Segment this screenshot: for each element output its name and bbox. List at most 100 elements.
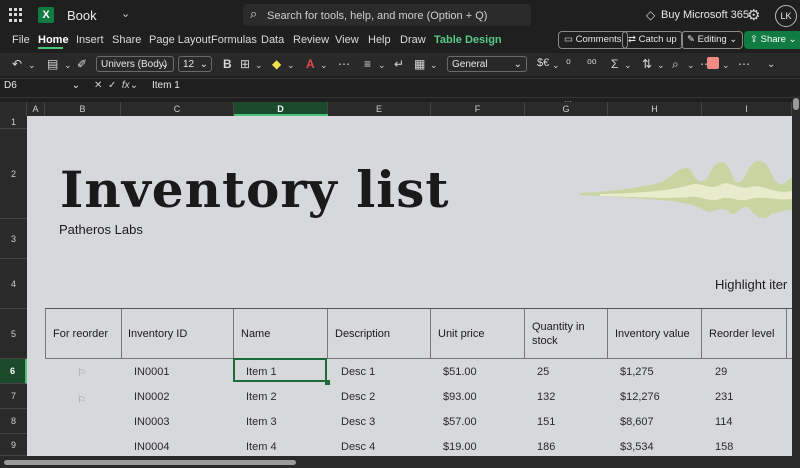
tab-home[interactable]: Home xyxy=(38,34,69,46)
number-format-select[interactable]: General ⌄ xyxy=(447,56,527,72)
more-options-icon[interactable]: ⋯ xyxy=(738,57,750,71)
formula-input[interactable]: Item 1 xyxy=(152,80,180,91)
cell-name[interactable]: Item 4 xyxy=(246,441,277,453)
fill-color-icon[interactable]: ◆ xyxy=(272,57,281,71)
cell-quantity[interactable]: 132 xyxy=(537,391,555,403)
editing-button[interactable]: ✎ Editing ⌄ xyxy=(681,31,744,49)
column-header-i[interactable]: I xyxy=(702,102,792,116)
avatar[interactable]: LK xyxy=(775,5,797,27)
increase-decimal-icon[interactable]: ⁰⁰ xyxy=(587,57,597,71)
table-header-unit-price[interactable]: Unit price xyxy=(438,327,484,341)
catch-up-button[interactable]: ⇄ Catch up xyxy=(622,31,683,49)
table-header-for-reorder[interactable]: For reorder xyxy=(53,327,108,341)
paste-icon[interactable]: ▤ xyxy=(47,57,58,71)
collapse-ribbon-icon[interactable]: ⌄ xyxy=(767,59,775,70)
table-header-inventory-id[interactable]: Inventory ID xyxy=(128,327,187,341)
confirm-icon[interactable]: ✓ xyxy=(108,80,116,91)
undo-icon[interactable]: ↶ xyxy=(12,57,22,71)
cell-name[interactable]: Item 2 xyxy=(246,391,277,403)
buy-microsoft-365-link[interactable]: Buy Microsoft 365 xyxy=(661,9,749,21)
bold-button[interactable]: B xyxy=(223,57,232,71)
row-header-1[interactable]: 1 xyxy=(0,116,27,129)
comments-button[interactable]: ▭ Comments xyxy=(558,31,628,49)
share-button[interactable]: ⇪ Share ⌄ xyxy=(744,31,800,49)
row-header-8[interactable]: 8 xyxy=(0,409,27,434)
font-color-icon[interactable]: A xyxy=(306,57,315,71)
tab-review[interactable]: Review xyxy=(293,34,329,46)
table-header-inventory-value[interactable]: Inventory value xyxy=(615,327,690,341)
cell-reorder-level[interactable]: 158 xyxy=(715,441,733,453)
row-header-9[interactable]: 9 xyxy=(0,434,27,456)
cell-description[interactable]: Desc 3 xyxy=(341,416,375,428)
tab-draw[interactable]: Draw xyxy=(400,34,426,46)
wrap-text-icon[interactable]: ↵ xyxy=(394,57,404,71)
cell-unit-price[interactable]: $57.00 xyxy=(443,416,477,428)
row-header-7[interactable]: 7 xyxy=(0,384,27,409)
cell-reorder-level[interactable]: 231 xyxy=(715,391,733,403)
cell-unit-price[interactable]: $93.00 xyxy=(443,391,477,403)
function-icon[interactable]: fx xyxy=(122,80,130,91)
tab-data[interactable]: Data xyxy=(261,34,284,46)
cell-inventory-id[interactable]: IN0002 xyxy=(134,391,169,403)
column-header-c[interactable]: C xyxy=(121,102,234,116)
tab-page-layout[interactable]: Page Layout xyxy=(149,34,211,46)
tab-insert[interactable]: Insert xyxy=(76,34,104,46)
chevron-down-icon[interactable]: ⌄ xyxy=(687,60,695,71)
flag-icon[interactable]: ⚐ xyxy=(77,395,86,406)
cell-quantity[interactable]: 25 xyxy=(537,366,549,378)
cell-description[interactable]: Desc 4 xyxy=(341,441,375,453)
cell-inventory-value[interactable]: $3,534 xyxy=(620,441,654,453)
currency-icon[interactable]: $€ xyxy=(537,57,549,69)
chevron-down-icon[interactable]: ⌄ xyxy=(130,80,138,91)
tab-view[interactable]: View xyxy=(335,34,359,46)
table-header-description[interactable]: Description xyxy=(335,327,390,341)
chevron-down-icon[interactable]: ⌄ xyxy=(64,60,72,71)
vertical-scrollbar[interactable] xyxy=(792,96,800,456)
chevron-down-icon[interactable]: ⌄ xyxy=(320,60,328,71)
find-icon[interactable]: ⌕ xyxy=(672,57,679,72)
chevron-down-icon[interactable]: ⌄ xyxy=(121,7,130,20)
app-launcher-icon[interactable] xyxy=(9,8,23,22)
chevron-down-icon[interactable]: ⌄ xyxy=(287,60,295,71)
workbook-title[interactable]: Book xyxy=(67,8,97,23)
column-header-b[interactable]: B xyxy=(45,102,121,116)
column-header-h[interactable]: H xyxy=(608,102,702,116)
row-header-6[interactable]: 6 xyxy=(0,359,27,384)
search-placeholder[interactable]: Search for tools, help, and more (Option… xyxy=(267,10,487,22)
name-box[interactable]: D6 ⌄ xyxy=(4,80,82,94)
column-header-e[interactable]: E xyxy=(328,102,431,116)
horizontal-scroll-thumb[interactable] xyxy=(4,460,296,465)
decrease-decimal-icon[interactable]: ⁰ xyxy=(566,57,571,71)
tab-formulas[interactable]: Formulas xyxy=(211,34,257,46)
cell-inventory-id[interactable]: IN0003 xyxy=(134,416,169,428)
column-header-f[interactable]: F xyxy=(431,102,525,116)
cell-unit-price[interactable]: $51.00 xyxy=(443,366,477,378)
font-name-select[interactable]: Univers (Body) ⌄ xyxy=(96,56,174,72)
sort-filter-icon[interactable]: ⇅ xyxy=(642,57,652,71)
drag-handle-icon[interactable]: ⋯ xyxy=(564,97,572,106)
align-icon[interactable]: ≡ xyxy=(364,57,371,71)
chevron-down-icon[interactable]: ⌄ xyxy=(430,60,438,71)
tab-share[interactable]: Share xyxy=(112,34,141,46)
cancel-icon[interactable]: ✕ xyxy=(94,80,102,91)
tab-help[interactable]: Help xyxy=(368,34,391,46)
cell-name[interactable]: Item 3 xyxy=(246,416,277,428)
tab-file[interactable]: File xyxy=(12,34,30,46)
cell-quantity[interactable]: 186 xyxy=(537,441,555,453)
cell-inventory-id[interactable]: IN0004 xyxy=(134,441,169,453)
more-options-icon[interactable]: ⋯ xyxy=(338,57,350,71)
chevron-down-icon[interactable]: ⌄ xyxy=(657,60,665,71)
row-header-4[interactable]: 4 xyxy=(0,259,27,309)
format-painter-icon[interactable]: ✐ xyxy=(77,57,87,71)
merge-cells-icon[interactable]: ▦ xyxy=(414,57,425,71)
cell-reorder-level[interactable]: 29 xyxy=(715,366,727,378)
chevron-down-icon[interactable]: ⌄ xyxy=(552,60,560,71)
chevron-down-icon[interactable]: ⌄ xyxy=(624,60,632,71)
chevron-down-icon[interactable]: ⌄ xyxy=(255,60,263,71)
autosum-icon[interactable]: Σ xyxy=(611,57,618,71)
cell-inventory-value[interactable]: $12,276 xyxy=(620,391,660,403)
column-header-a[interactable]: A xyxy=(27,102,45,116)
table-header-quantity[interactable]: Quantity in stock xyxy=(532,320,592,348)
cell-inventory-id[interactable]: IN0001 xyxy=(134,366,169,378)
table-header-name[interactable]: Name xyxy=(241,327,270,341)
